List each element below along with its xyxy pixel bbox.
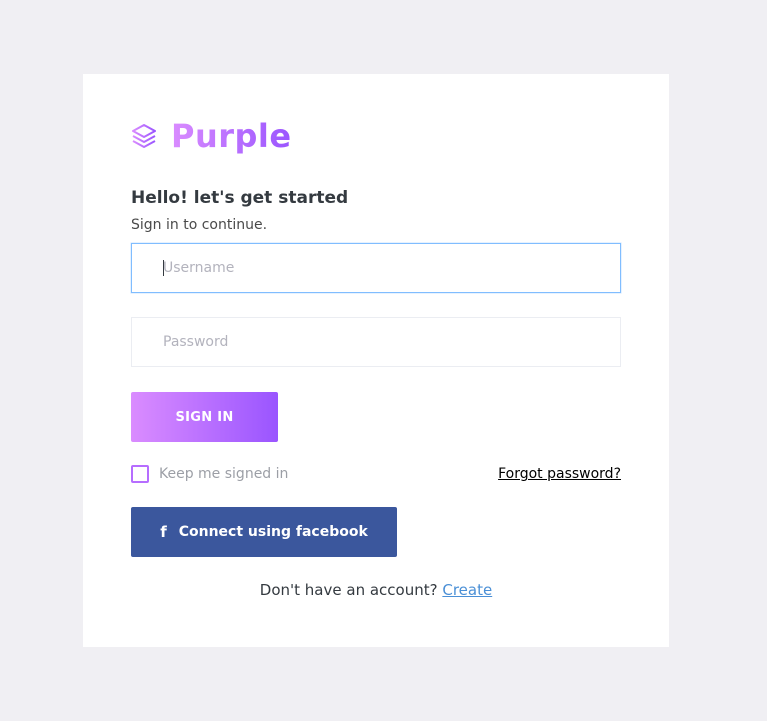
- signup-prompt: Don't have an account? Create: [83, 580, 669, 600]
- page-title: Hello! let's get started: [131, 188, 349, 208]
- brand-name: Purple: [171, 117, 292, 155]
- remember-me: Keep me signed in: [131, 465, 288, 483]
- page-subtitle: Sign in to continue.: [131, 217, 268, 233]
- sign-in-button[interactable]: SIGN IN: [131, 392, 278, 442]
- brand-logo: Purple: [131, 116, 292, 156]
- remember-me-label[interactable]: Keep me signed in: [159, 466, 288, 482]
- facebook-connect-label: Connect using facebook: [178, 524, 368, 540]
- login-card: Purple Hello! let's get started Sign in …: [83, 74, 669, 647]
- forgot-password-link[interactable]: Forgot password?: [498, 465, 621, 483]
- signup-prompt-text: Don't have an account?: [259, 581, 438, 599]
- layers-icon: [131, 123, 157, 149]
- username-input[interactable]: [131, 243, 621, 293]
- text-caret: [163, 260, 164, 276]
- create-account-link[interactable]: Create: [442, 581, 492, 599]
- facebook-connect-button[interactable]: f Connect using facebook: [131, 507, 397, 557]
- remember-me-checkbox[interactable]: [131, 465, 149, 483]
- facebook-icon: f: [160, 523, 167, 541]
- password-input[interactable]: [131, 317, 621, 367]
